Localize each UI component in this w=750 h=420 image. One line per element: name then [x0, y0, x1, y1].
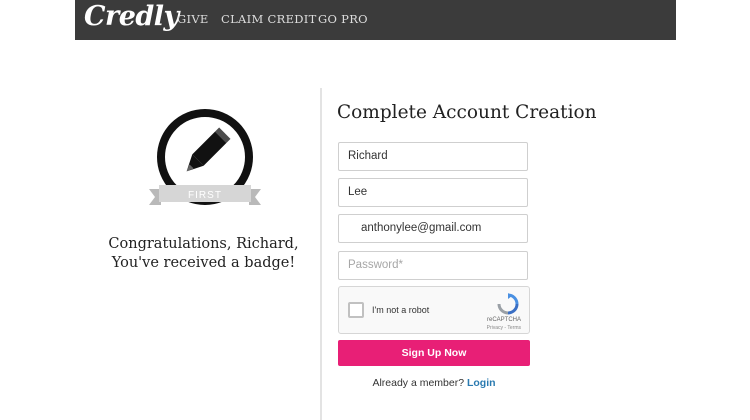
sign-up-button[interactable]: Sign Up Now: [338, 340, 530, 366]
nav-give[interactable]: GIVE: [177, 12, 209, 26]
badge-image: FIRST: [145, 105, 265, 215]
credly-logo[interactable]: Credly: [84, 1, 179, 32]
congrats-line-1: Congratulations, Richard,: [108, 236, 299, 252]
login-link[interactable]: Login: [467, 377, 496, 389]
recaptcha-icon: [497, 293, 519, 315]
badge-ribbon-text: FIRST: [188, 190, 222, 201]
pencil-icon: FIRST: [149, 109, 261, 205]
recaptcha-checkbox[interactable]: [348, 302, 364, 318]
recaptcha-brand: reCAPTCHA: [486, 317, 521, 323]
first-name-field[interactable]: Richard: [338, 142, 528, 171]
congrats-line-2: You've received a badge!: [111, 255, 296, 271]
recaptcha-label: I'm not a robot: [372, 305, 430, 315]
member-text: Already a member?: [372, 377, 465, 389]
login-prompt: Already a member? Login: [338, 377, 530, 389]
form-title: Complete Account Creation: [337, 102, 597, 123]
email-field[interactable]: anthonylee@gmail.com: [338, 214, 528, 243]
last-name-field[interactable]: Lee: [338, 178, 528, 207]
password-field[interactable]: Password*: [338, 251, 528, 280]
congrats-message: Congratulations, Richard, You've receive…: [80, 235, 327, 273]
top-navbar: Credly GIVE CLAIM CREDIT GO PRO: [75, 0, 676, 40]
recaptcha-widget: I'm not a robot reCAPTCHA Privacy - Term…: [338, 286, 530, 334]
recaptcha-terms[interactable]: Privacy - Terms: [487, 325, 521, 331]
nav-claim-credit[interactable]: CLAIM CREDIT: [221, 12, 317, 26]
nav-go-pro[interactable]: GO PRO: [318, 12, 368, 26]
